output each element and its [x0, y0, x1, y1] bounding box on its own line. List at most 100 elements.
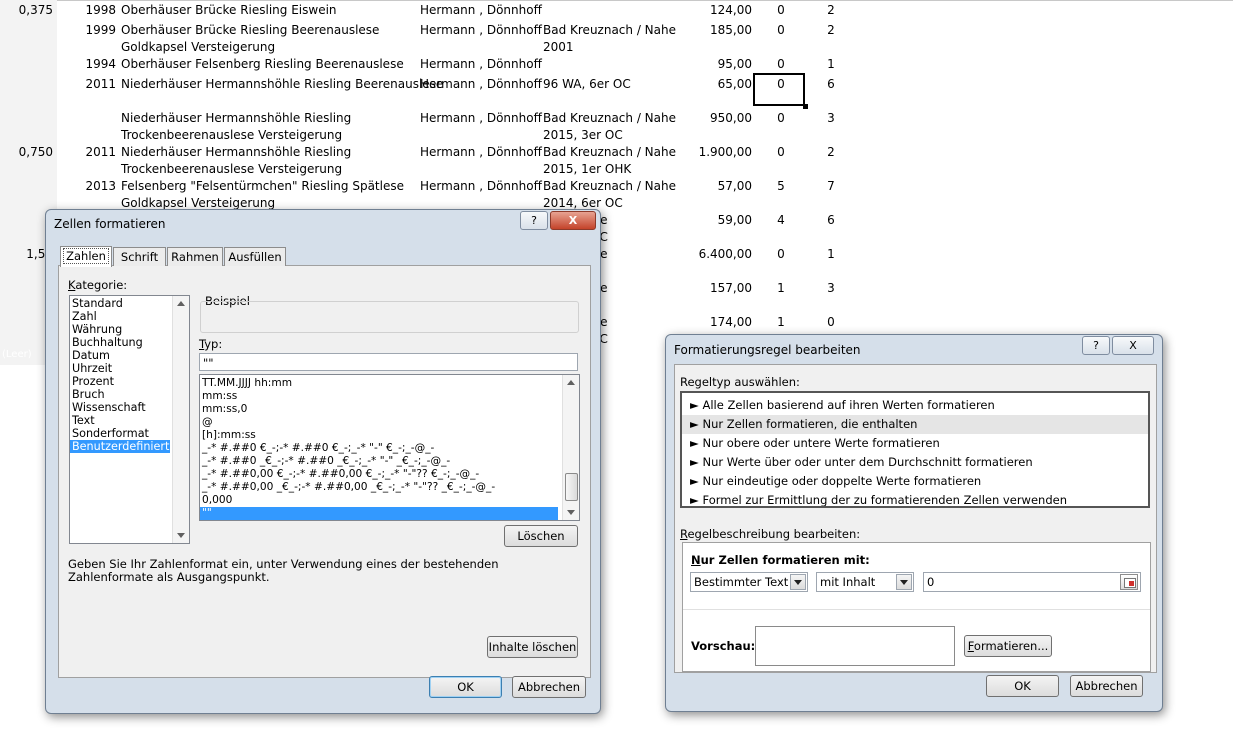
format-list[interactable]: TT.MM.JJJJ hh:mm mm:ss mm:ss,0 @ [h]:mm:ss _-… — [199, 374, 580, 521]
close-button[interactable]: X — [1112, 336, 1154, 355]
category-item[interactable]: Zahl — [70, 310, 170, 323]
cell-count-2: 6 — [827, 213, 835, 227]
format-button[interactable]: Formatieren... — [964, 635, 1052, 657]
rule-type-item[interactable]: ► Nur eindeutige oder doppelte Werte for… — [682, 472, 1148, 491]
category-scrollbar[interactable] — [172, 296, 189, 543]
filter-leer-label: (Leer) — [2, 349, 32, 360]
format-cells-dialog: Zellen formatieren ? X Kategorie: Standa… — [45, 209, 601, 714]
category-item[interactable]: Wissenschaft — [70, 401, 170, 414]
cell-wine-name: Oberhäuser Brücke Riesling Eiswein — [121, 3, 337, 17]
tab-schrift[interactable]: Schrift — [113, 247, 166, 266]
scroll-up-icon[interactable] — [177, 301, 185, 306]
clear-contents-button[interactable]: Inhalte löschen — [487, 636, 578, 658]
ok-button[interactable]: OK — [986, 675, 1059, 697]
cell-price: 950,00 — [710, 111, 752, 125]
section-divider — [683, 609, 1150, 610]
cell-wine-name: Goldkapsel Versteigerung — [121, 40, 276, 54]
cell-producer: Hermann , Dönnhoff — [420, 145, 542, 159]
help-button[interactable]: ? — [520, 211, 548, 230]
category-item[interactable]: Buchhaltung — [70, 336, 170, 349]
rule-type-list[interactable]: ► Alle Zellen basierend auf ihren Werten… — [680, 391, 1150, 508]
category-item[interactable]: Uhrzeit — [70, 362, 170, 375]
scroll-up-icon[interactable] — [567, 380, 575, 385]
fill-handle[interactable] — [803, 104, 808, 109]
selected-cell[interactable] — [753, 73, 805, 106]
category-item[interactable]: Text — [70, 414, 170, 427]
cell-price: 124,00 — [710, 3, 752, 17]
cell-note: 2015, 3er OC — [543, 128, 623, 142]
category-item[interactable]: Bruch — [70, 388, 170, 401]
format-item[interactable]: _-* #.##0,00 _€_-;-* #.##0,00 _€_-;_-* "… — [200, 481, 558, 494]
cell-wine-name: Felsenberg "Felsentürmchen" Riesling Spä… — [121, 179, 404, 193]
scroll-down-icon[interactable] — [177, 533, 185, 538]
cell-count-1: 0 — [777, 3, 785, 17]
cell-count-1: 0 — [777, 23, 785, 37]
cell-count-1: 0 — [777, 111, 785, 125]
operator-combo[interactable]: mit Inhalt — [816, 572, 914, 592]
cell-count-1: 4 — [777, 213, 785, 227]
format-item[interactable]: _-* #.##0 €_-;-* #.##0 €_-;_-* "-" €_-;_… — [200, 442, 558, 455]
cell-count-2: 0 — [827, 315, 835, 329]
cell-producer: Hermann , Dönnhoff — [420, 3, 542, 17]
cell-count-2: 3 — [827, 281, 835, 295]
cell-producer: Hermann , Dönnhoff — [420, 57, 542, 71]
format-description: Geben Sie Ihr Zahlenformat ein, unter Ve… — [68, 557, 499, 584]
cell-volume: 0,375 — [18, 3, 53, 17]
tab-zahlen[interactable]: Zahlen — [60, 246, 112, 267]
cancel-button[interactable]: Abbrechen — [1070, 675, 1143, 697]
rule-type-item[interactable]: ► Formel zur Ermittlung der zu formatier… — [682, 491, 1148, 506]
cancel-button[interactable]: Abbrechen — [512, 676, 586, 698]
format-scrollbar[interactable] — [562, 375, 579, 520]
cell-year: 2013 — [85, 179, 116, 193]
category-item[interactable]: Standard — [70, 297, 170, 310]
help-button[interactable]: ? — [1082, 336, 1110, 355]
close-button[interactable]: X — [550, 211, 596, 230]
scroll-down-icon[interactable] — [567, 510, 575, 515]
cell-year: 2011 — [85, 77, 116, 91]
cell-count-1: 1 — [777, 315, 785, 329]
format-item[interactable]: _-* #.##0 _€_-;-* #.##0 _€_-;_-* "-" _€_… — [200, 455, 558, 468]
value-input[interactable]: 0 — [923, 572, 1141, 592]
scroll-thumb[interactable] — [565, 473, 578, 501]
category-list[interactable]: Standard Zahl Währung Buchhaltung Datum Uhrze… — [69, 295, 190, 544]
condition-type-combo[interactable]: Bestimmter Text — [690, 572, 808, 592]
category-item[interactable]: Benutzerdefiniert — [70, 440, 170, 453]
cell-count-1: 0 — [777, 247, 785, 261]
tab-ausfuellen[interactable]: Ausfüllen — [224, 247, 286, 266]
rule-type-item[interactable]: ► Alle Zellen basierend auf ihren Werten… — [682, 396, 1148, 415]
chevron-down-icon[interactable] — [790, 574, 806, 590]
category-item[interactable]: Prozent — [70, 375, 170, 388]
tab-rahmen[interactable]: Rahmen — [167, 247, 223, 266]
format-item[interactable]: 0,000 — [200, 494, 558, 507]
typ-input[interactable]: "" — [199, 353, 578, 371]
format-item[interactable]: "" — [200, 507, 558, 520]
cell-producer: Hermann , Dönnhoff — [420, 179, 542, 193]
dialog-title: Formatierungsregel bearbeiten — [674, 343, 861, 357]
format-item[interactable]: mm:ss — [200, 390, 558, 403]
dialog-body: Kategorie: Standard Zahl Währung Buchhaltun… — [58, 265, 591, 678]
cell-price: 95,00 — [717, 57, 752, 71]
format-item[interactable]: TT.MM.JJJJ hh:mm — [200, 377, 558, 390]
category-item[interactable]: Datum — [70, 349, 170, 362]
cell-wine-name: Niederhäuser Hermannshöhle Riesling — [121, 145, 352, 159]
kategorie-label: Kategorie: — [68, 278, 128, 292]
cell-price: 157,00 — [710, 281, 752, 295]
format-item[interactable]: @ — [200, 416, 558, 429]
delete-format-button[interactable]: Löschen — [504, 525, 578, 547]
category-item[interactable]: Währung — [70, 323, 170, 336]
rule-type-item[interactable]: ► Nur obere oder untere Werte formatiere… — [682, 434, 1148, 453]
beschreibung-label: Regelbeschreibung bearbeiten: — [680, 527, 861, 541]
cell-price: 185,00 — [710, 23, 752, 37]
cell-producer: Hermann , Dönnhoff — [420, 77, 542, 91]
format-item[interactable]: [h]:mm:ss — [200, 429, 558, 442]
format-item[interactable]: mm:ss,0 — [200, 403, 558, 416]
cell-price: 1.900,00 — [698, 145, 752, 159]
chevron-down-icon[interactable] — [896, 574, 912, 590]
format-item[interactable]: _-* #.##0,00 €_-;-* #.##0,00 €_-;_-* "-"… — [200, 468, 558, 481]
cell-count-1: 1 — [777, 281, 785, 295]
rule-type-item[interactable]: ► Nur Werte über oder unter dem Durchsch… — [682, 453, 1148, 472]
ok-button[interactable]: OK — [429, 676, 502, 698]
rule-type-item[interactable]: ► Nur Zellen formatieren, die enthalten — [682, 415, 1148, 434]
category-item[interactable]: Sonderformat — [70, 427, 170, 440]
range-picker-icon[interactable] — [1120, 574, 1138, 590]
